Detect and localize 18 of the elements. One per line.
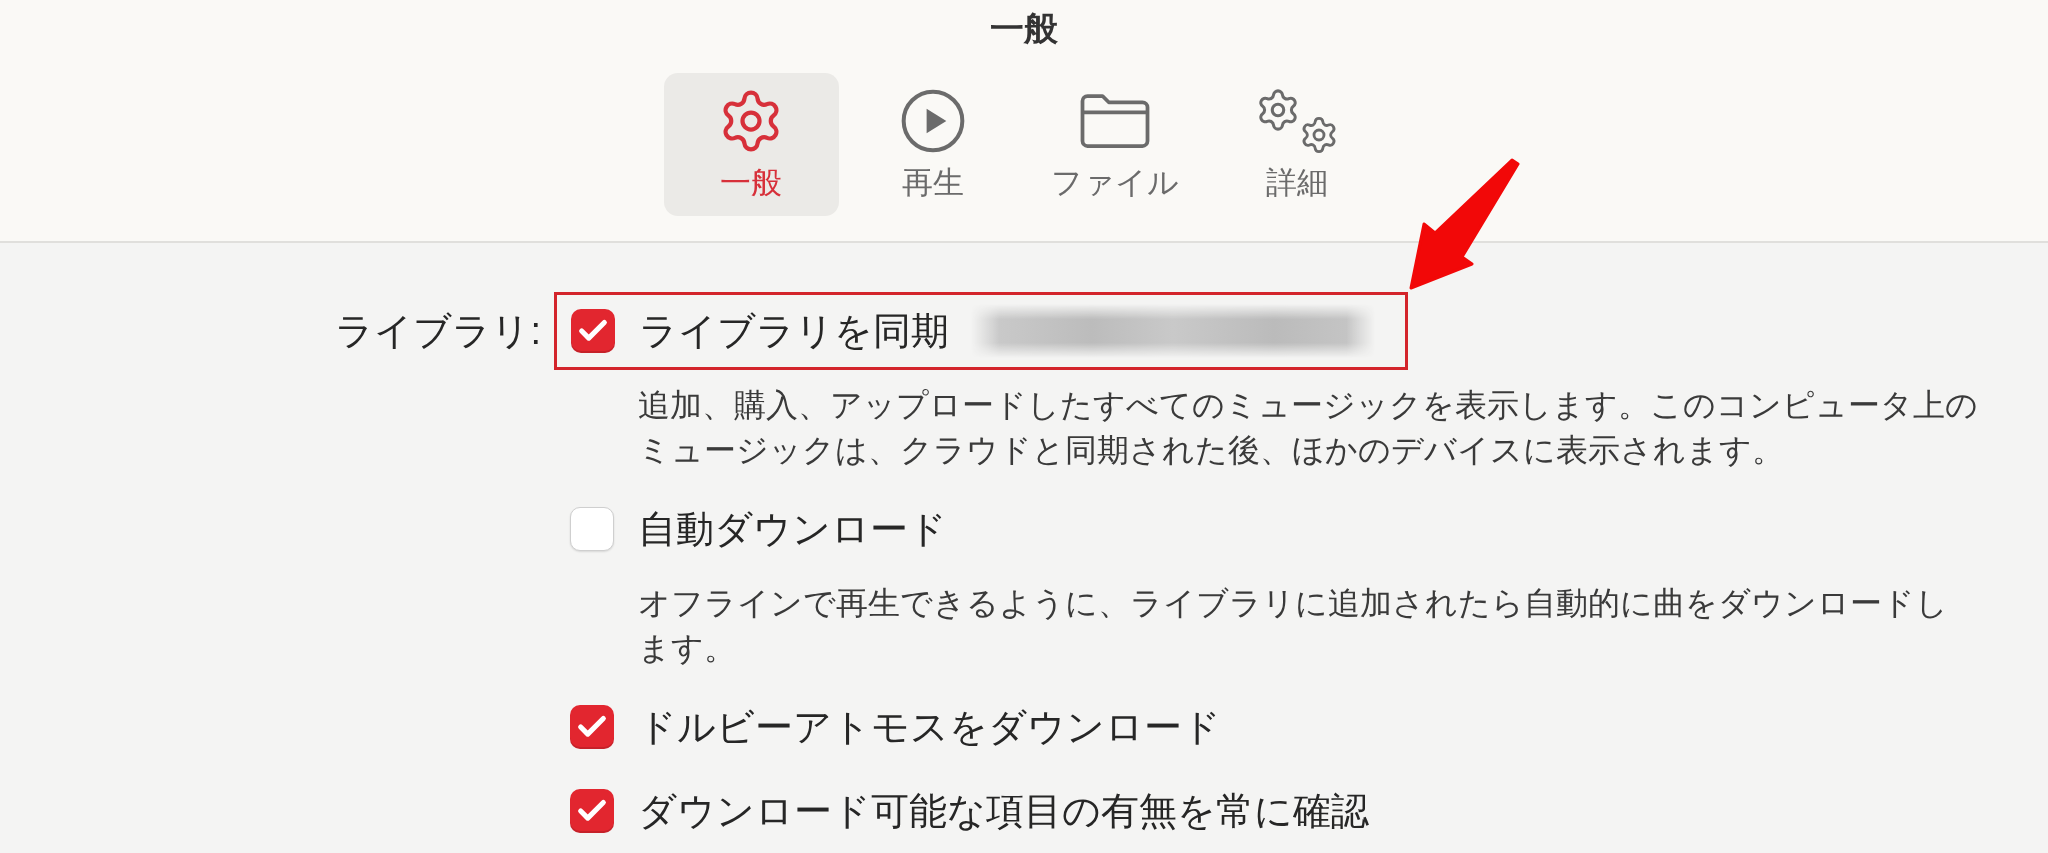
tab[interactable]: 再生 (845, 73, 1021, 216)
section-label: ライブラリ: (335, 308, 541, 354)
checkbox[interactable] (570, 507, 614, 551)
play-circle-icon (901, 89, 965, 153)
checkbox[interactable] (570, 705, 614, 749)
option-label: ダウンロード可能な項目の有無を常に確認 (638, 788, 1369, 834)
option-label: ドルビーアトモスをダウンロード (638, 704, 1221, 750)
tab[interactable]: ファイル (1027, 73, 1203, 216)
option-label: ライブラリを同期 (639, 308, 949, 354)
checkbox[interactable] (570, 789, 614, 833)
tab[interactable]: 詳細 (1209, 73, 1385, 216)
tab[interactable]: 一般 (663, 73, 839, 216)
folder-icon (1080, 93, 1150, 149)
option-label: 自動ダウンロード (638, 506, 947, 552)
window-title: 一般 (990, 8, 1058, 49)
checkbox[interactable] (571, 309, 615, 353)
option-description: オフラインで再生できるように、ライブラリに追加されたら自動的に曲をダウンロードします。 (638, 584, 1949, 668)
option-description: 追加、購入、アップロードしたすべてのミュージックを表示します。このコンピュータ上のミュージックは、クラウドと同期された後、ほかのデバイスに表示されます。 (638, 386, 1979, 470)
